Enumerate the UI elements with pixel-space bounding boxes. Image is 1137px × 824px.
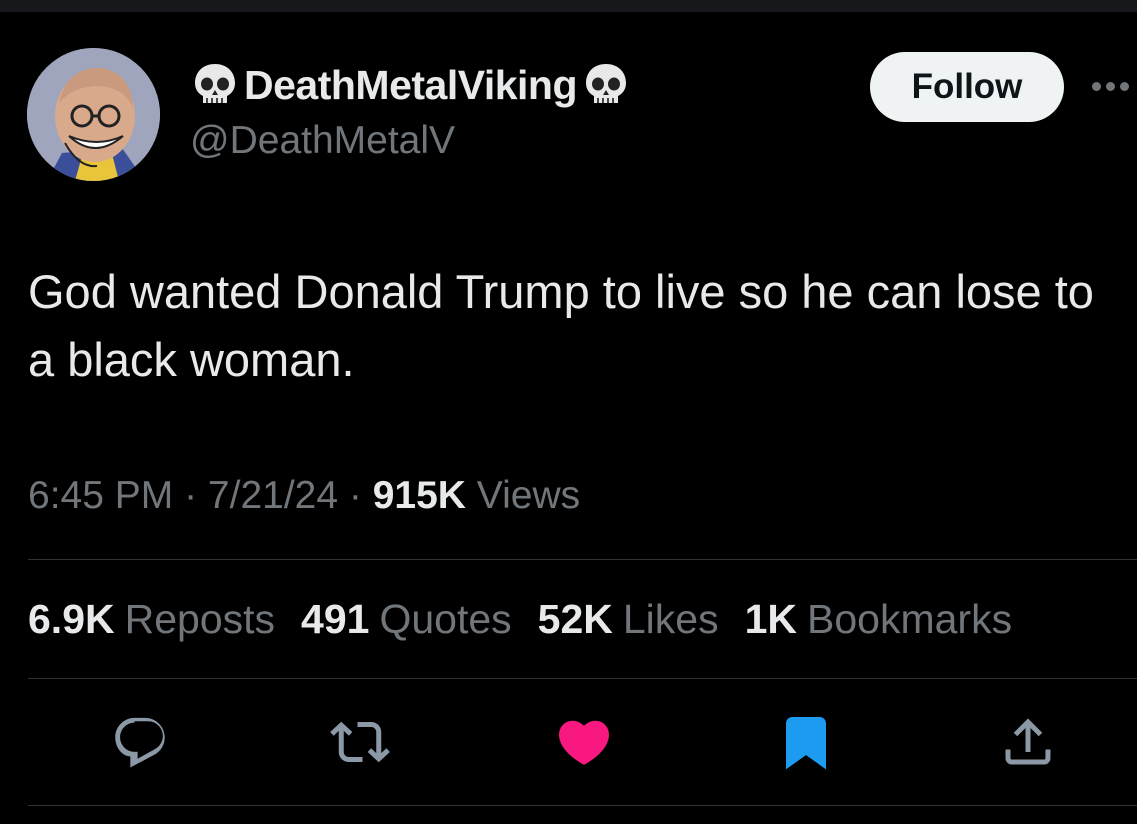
like-button[interactable] xyxy=(554,712,614,772)
display-name-row[interactable]: DeathMetalViking xyxy=(190,60,631,110)
bookmark-button[interactable] xyxy=(776,712,836,772)
repost-icon xyxy=(330,721,390,763)
more-options-icon[interactable] xyxy=(1092,78,1137,98)
likes-count: 52K xyxy=(537,596,613,642)
top-bar xyxy=(0,0,1137,12)
divider xyxy=(28,805,1137,806)
stat-likes[interactable]: 52K Likes xyxy=(538,596,719,643)
avatar-image xyxy=(27,48,160,181)
user-handle[interactable]: @DeathMetalV xyxy=(190,119,455,163)
bookmarks-count: 1K xyxy=(744,596,798,642)
reply-button[interactable] xyxy=(110,712,170,772)
quotes-label: Quotes xyxy=(379,596,512,642)
like-icon xyxy=(558,720,610,765)
tweet-date[interactable]: 7/21/24 xyxy=(208,474,338,517)
reposts-label: Reposts xyxy=(124,596,276,642)
divider xyxy=(28,678,1137,679)
engagement-stats: 6.9K Reposts 491 Quotes 52K Likes 1K Bookmar… xyxy=(28,596,1012,643)
share-button[interactable] xyxy=(998,712,1058,772)
quotes-count: 491 xyxy=(301,596,370,642)
share-icon xyxy=(1005,718,1051,765)
skull-icon xyxy=(581,60,631,110)
bookmarks-label: Bookmarks xyxy=(807,596,1013,642)
stat-quotes[interactable]: 491 Quotes xyxy=(301,596,512,643)
views-label: Views xyxy=(476,474,581,517)
reply-icon xyxy=(115,717,165,768)
tweet-time[interactable]: 6:45 PM xyxy=(28,474,173,517)
repost-button[interactable] xyxy=(330,712,390,772)
bookmark-icon xyxy=(786,717,826,770)
tweet-meta: 6:45 PM · 7/21/24 · 915K Views xyxy=(28,474,580,518)
meta-separator: · xyxy=(348,474,373,517)
skull-icon xyxy=(190,60,240,110)
likes-label: Likes xyxy=(622,596,719,642)
reposts-count: 6.9K xyxy=(28,596,115,642)
avatar[interactable] xyxy=(27,48,160,181)
display-name[interactable]: DeathMetalViking xyxy=(244,62,578,109)
meta-separator: · xyxy=(184,474,208,517)
views-count: 915K xyxy=(372,474,466,517)
divider xyxy=(28,559,1137,560)
follow-button[interactable]: Follow xyxy=(870,52,1064,122)
stat-reposts[interactable]: 6.9K Reposts xyxy=(28,596,275,643)
tweet-text: God wanted Donald Trump to live so he ca… xyxy=(28,265,1094,386)
stat-bookmarks[interactable]: 1K Bookmarks xyxy=(745,596,1012,643)
